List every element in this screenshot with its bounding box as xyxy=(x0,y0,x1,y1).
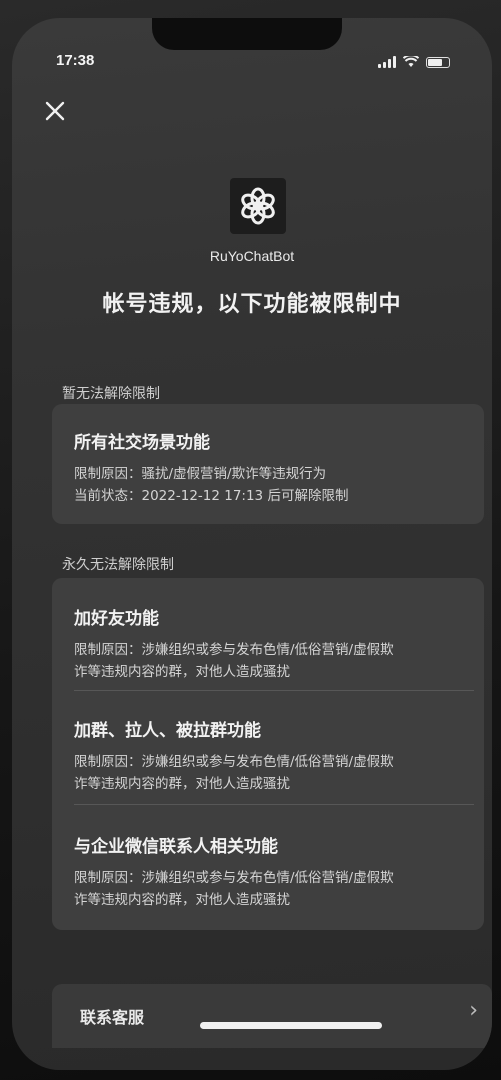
status-bar: 17:38 xyxy=(12,52,492,74)
phone-frame: 17:38 RuYoChatBot 帐号违规，以下功能被限制中 暂无法解除限制 … xyxy=(0,0,501,1080)
notch xyxy=(152,18,342,50)
restriction-reason: 限制原因：涉嫌组织或参与发布色情/低俗营销/虚假欺 xyxy=(74,870,394,886)
restriction-item: 加群、拉人、被拉群功能 限制原因：涉嫌组织或参与发布色情/低俗营销/虚假欺 诈等… xyxy=(74,716,464,795)
status-time: 17:38 xyxy=(56,52,95,69)
screen: 17:38 RuYoChatBot 帐号违规，以下功能被限制中 暂无法解除限制 … xyxy=(12,18,492,1070)
restriction-title: 所有社交场景功能 xyxy=(74,433,210,453)
home-indicator[interactable] xyxy=(200,1022,382,1029)
restriction-reason-cont: 诈等违规内容的群，对他人造成骚扰 xyxy=(74,776,290,792)
restriction-reason: 限制原因：骚扰/虚假营销/欺诈等违规行为 xyxy=(74,466,327,482)
restriction-title: 与企业微信联系人相关功能 xyxy=(74,837,278,857)
restriction-state: 当前状态：2022-12-12 17:13 后可解除限制 xyxy=(74,488,349,504)
status-icons xyxy=(378,56,450,68)
card-temporary: 所有社交场景功能 限制原因：骚扰/虚假营销/欺诈等违规行为 当前状态：2022-… xyxy=(52,404,484,524)
restriction-item: 与企业微信联系人相关功能 限制原因：涉嫌组织或参与发布色情/低俗营销/虚假欺 诈… xyxy=(74,832,464,911)
close-icon[interactable] xyxy=(42,98,68,124)
app-name: RuYoChatBot xyxy=(209,248,295,264)
restriction-item: 所有社交场景功能 限制原因：骚扰/虚假营销/欺诈等违规行为 当前状态：2022-… xyxy=(74,428,464,507)
signal-icon xyxy=(378,56,396,68)
restriction-reason-cont: 诈等违规内容的群，对他人造成骚扰 xyxy=(74,664,290,680)
chevron-right-icon: › xyxy=(469,998,478,1023)
restriction-item: 加好友功能 限制原因：涉嫌组织或参与发布色情/低俗营销/虚假欺 诈等违规内容的群… xyxy=(74,604,464,683)
section-title-permanent: 永久无法解除限制 xyxy=(62,557,174,573)
restriction-reason: 限制原因：涉嫌组织或参与发布色情/低俗营销/虚假欺 xyxy=(74,754,394,770)
battery-icon xyxy=(426,57,450,68)
app-logo xyxy=(230,178,286,234)
restriction-reason-cont: 诈等违规内容的群，对他人造成骚扰 xyxy=(74,892,290,908)
restriction-title: 加群、拉人、被拉群功能 xyxy=(74,721,261,741)
contact-support-button[interactable]: 联系客服 › xyxy=(52,984,492,1048)
divider xyxy=(74,804,474,805)
contact-support-label: 联系客服 xyxy=(80,1008,145,1027)
restriction-reason: 限制原因：涉嫌组织或参与发布色情/低俗营销/虚假欺 xyxy=(74,642,394,658)
page-title: 帐号违规，以下功能被限制中 xyxy=(102,292,402,317)
app-logo-icon xyxy=(241,187,275,225)
section-title-temporary: 暂无法解除限制 xyxy=(62,386,160,402)
card-permanent: 加好友功能 限制原因：涉嫌组织或参与发布色情/低俗营销/虚假欺 诈等违规内容的群… xyxy=(52,578,484,930)
wifi-icon xyxy=(403,56,419,67)
restriction-title: 加好友功能 xyxy=(74,609,159,629)
divider xyxy=(74,690,474,691)
